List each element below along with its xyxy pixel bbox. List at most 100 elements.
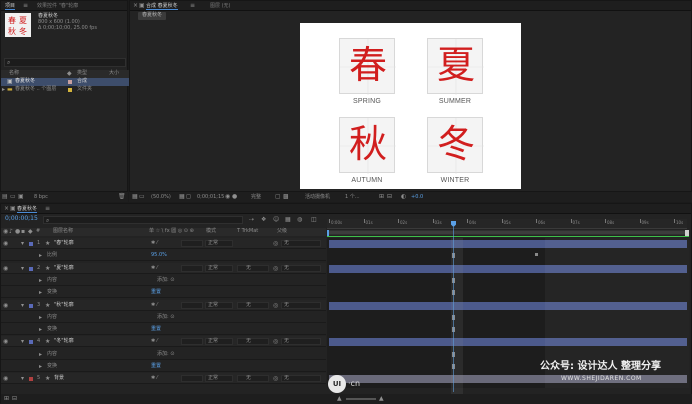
graph-editor-icon[interactable]: ◫ — [311, 216, 317, 223]
composition-canvas[interactable]: 春 SPRING 夏 SUMMER 秋 AUTUMN 冬 WINTER — [300, 23, 521, 189]
tab-effect-controls[interactable]: 效果控件 "春"轮廓 — [37, 2, 78, 10]
project-item-folder[interactable]: ▸ ▬ 春夏秋冬 .. 个图层 文件夹 — [1, 86, 129, 94]
mode-select[interactable]: 正常 — [205, 375, 233, 383]
trkmat-select[interactable]: 无 — [237, 301, 269, 309]
trkmat-select[interactable]: 无 — [237, 264, 269, 272]
label-color-swatch[interactable] — [29, 377, 33, 382]
time-ruler[interactable]: 0:00s 01s 02s 03s 04s 05s 06s 07s 08s 09s 10s — [327, 219, 687, 229]
layer-name[interactable]: "春"轮廓 — [54, 240, 74, 247]
parent-select[interactable]: 无 — [281, 338, 321, 346]
timeline-timecode[interactable]: 0;00:00;15 — [5, 215, 38, 222]
new-comp-icon[interactable]: ▣ — [18, 193, 24, 200]
switch-boxes[interactable] — [181, 301, 203, 309]
reset-exposure-icon[interactable]: ◐ — [401, 193, 406, 200]
parent-pickwhip-icon[interactable]: ◎ — [273, 302, 278, 309]
mode-select[interactable]: 正常 — [205, 338, 233, 346]
frame-blend-icon[interactable]: ▦ — [285, 216, 291, 223]
parent-pickwhip-icon[interactable]: ◎ — [273, 338, 278, 345]
mode-select[interactable]: 正常 — [205, 240, 233, 247]
expand-arrow-icon[interactable]: ▸ — [39, 289, 42, 296]
switches-icon[interactable]: ✱ ⁄ — [151, 240, 158, 247]
menu-icon[interactable]: ≡ — [190, 2, 195, 9]
menu-icon[interactable]: ≡ — [23, 2, 28, 9]
expand-arrow-icon[interactable]: ▾ — [21, 375, 24, 382]
shy-icon[interactable]: ☺ — [273, 216, 279, 223]
motion-blur-icon[interactable]: ◍ — [297, 216, 302, 223]
monitor-icon[interactable]: ▭ — [139, 193, 145, 200]
layer-row[interactable]: ◉ ▾ 5 ★ 背景 ✱ ⁄ 正常 无 ◎ 无 — [1, 373, 326, 385]
grid-icon[interactable]: ▦ — [179, 193, 185, 200]
expand-arrow-icon[interactable]: ▸ — [39, 314, 42, 321]
visibility-eye-icon[interactable]: ◉ — [3, 338, 8, 345]
tab-composition[interactable]: 合成 春夏秋冬 — [146, 2, 178, 10]
lock-icon[interactable]: ▣ — [139, 2, 145, 9]
parent-select[interactable]: 无 — [281, 375, 321, 383]
visibility-eye-icon[interactable]: ◉ — [3, 240, 8, 247]
column-type[interactable]: 类型 — [77, 70, 87, 77]
add-button[interactable]: 添加: ⊙ — [157, 314, 174, 321]
visibility-eye-icon[interactable]: ◉ — [3, 265, 8, 272]
property-row[interactable]: ▸ 内容 添加: ⊙ — [1, 312, 326, 323]
expand-arrow-icon[interactable]: ▸ — [39, 351, 42, 358]
exposure-value[interactable]: +0.0 — [411, 194, 423, 201]
expand-arrow-icon[interactable]: ▸ — [39, 252, 42, 259]
parent-pickwhip-icon[interactable]: ◎ — [273, 375, 278, 382]
property-name[interactable]: 比例 — [47, 252, 57, 259]
add-button[interactable]: 添加: ⊙ — [157, 351, 174, 358]
layer-name[interactable]: "秋"轮廓 — [54, 302, 74, 309]
keyframe[interactable] — [535, 253, 538, 257]
label-color-swatch[interactable] — [29, 266, 33, 271]
expand-arrow-icon[interactable]: ▾ — [21, 240, 24, 247]
interpret-icon[interactable]: ▤ — [2, 193, 8, 200]
trash-icon[interactable]: 🗑 — [118, 193, 126, 200]
property-row[interactable]: ▸ 变换 重置 — [1, 324, 326, 336]
label-color-swatch[interactable] — [68, 80, 72, 84]
property-name[interactable]: 内容 — [47, 314, 57, 321]
views-select[interactable]: 1 个... — [345, 194, 360, 201]
layer-row[interactable]: ◉ ▾ 2 ★ "夏"轮廓 ✱ ⁄ 正常 无 ◎ 无 — [1, 262, 326, 274]
parent-pickwhip-icon[interactable]: ◎ — [273, 240, 278, 247]
visibility-eye-icon[interactable]: ◉ — [3, 302, 8, 309]
expand-arrow-icon[interactable]: ▸ — [39, 363, 42, 370]
mode-select[interactable]: 正常 — [205, 301, 233, 309]
switches-icon[interactable]: ✱ ⁄ — [151, 338, 158, 345]
label-color-swatch[interactable] — [29, 340, 33, 345]
layer-row[interactable]: ◉ ▾ 1 ★ "春"轮廓 ✱ ⁄ 正常 ◎ 无 — [1, 238, 326, 249]
work-area-bar[interactable] — [327, 230, 687, 235]
column-name[interactable]: 名称 — [9, 70, 19, 77]
property-name[interactable]: 变换 — [47, 363, 57, 370]
reset-link[interactable]: 重置 — [151, 326, 161, 333]
label-color-swatch[interactable] — [68, 88, 72, 92]
tab-project[interactable]: 项目 — [5, 2, 16, 10]
property-row[interactable]: ▸ 内容 添加: ⊙ — [1, 349, 326, 360]
parent-pickwhip-icon[interactable]: ◎ — [273, 265, 278, 272]
switches-icon[interactable]: ✱ ⁄ — [151, 302, 158, 309]
transparency-grid-icon[interactable]: ▩ — [283, 193, 289, 200]
region-icon[interactable]: ◻ — [186, 193, 191, 200]
timecode-display[interactable]: 0;00;01;15 — [197, 194, 224, 201]
layer-name[interactable]: "冬"轮廓 — [54, 338, 74, 345]
expand-arrow-icon[interactable]: ▸ — [2, 86, 5, 93]
layer-name[interactable]: 背景 — [54, 375, 64, 382]
menu-icon[interactable]: ≡ — [45, 205, 50, 212]
switch-boxes[interactable] — [181, 264, 203, 272]
expand-arrow-icon[interactable]: ▸ — [39, 277, 42, 284]
property-row[interactable]: ▸ 变换 重置 — [1, 361, 326, 372]
mode-select[interactable]: 正常 — [205, 264, 233, 272]
snapshot-icon[interactable]: ◉ — [225, 193, 230, 200]
reset-link[interactable]: 重置 — [151, 289, 161, 296]
toggle-icon[interactable]: ⊞ — [379, 193, 384, 200]
zoom-select[interactable]: (50.0%) — [151, 194, 171, 201]
property-name[interactable]: 内容 — [47, 351, 57, 358]
tab-timeline-comp[interactable]: 春夏秋冬 — [17, 205, 38, 213]
parent-select[interactable]: 无 — [281, 240, 321, 247]
property-row[interactable]: ▸ 内容 添加: ⊙ — [1, 275, 326, 286]
zoom-slider[interactable] — [346, 398, 376, 400]
switch-boxes[interactable] — [181, 240, 203, 247]
expand-arrow-icon[interactable]: ▸ — [39, 326, 42, 333]
column-layer-name[interactable]: 图层名称 — [53, 228, 73, 235]
expand-arrow-icon[interactable]: ▾ — [21, 302, 24, 309]
property-name[interactable]: 内容 — [47, 277, 57, 284]
layer-row[interactable]: ◉ ▾ 3 ★ "秋"轮廓 ✱ ⁄ 正常 无 ◎ 无 — [1, 299, 326, 311]
visibility-eye-icon[interactable]: ◉ — [3, 375, 8, 382]
